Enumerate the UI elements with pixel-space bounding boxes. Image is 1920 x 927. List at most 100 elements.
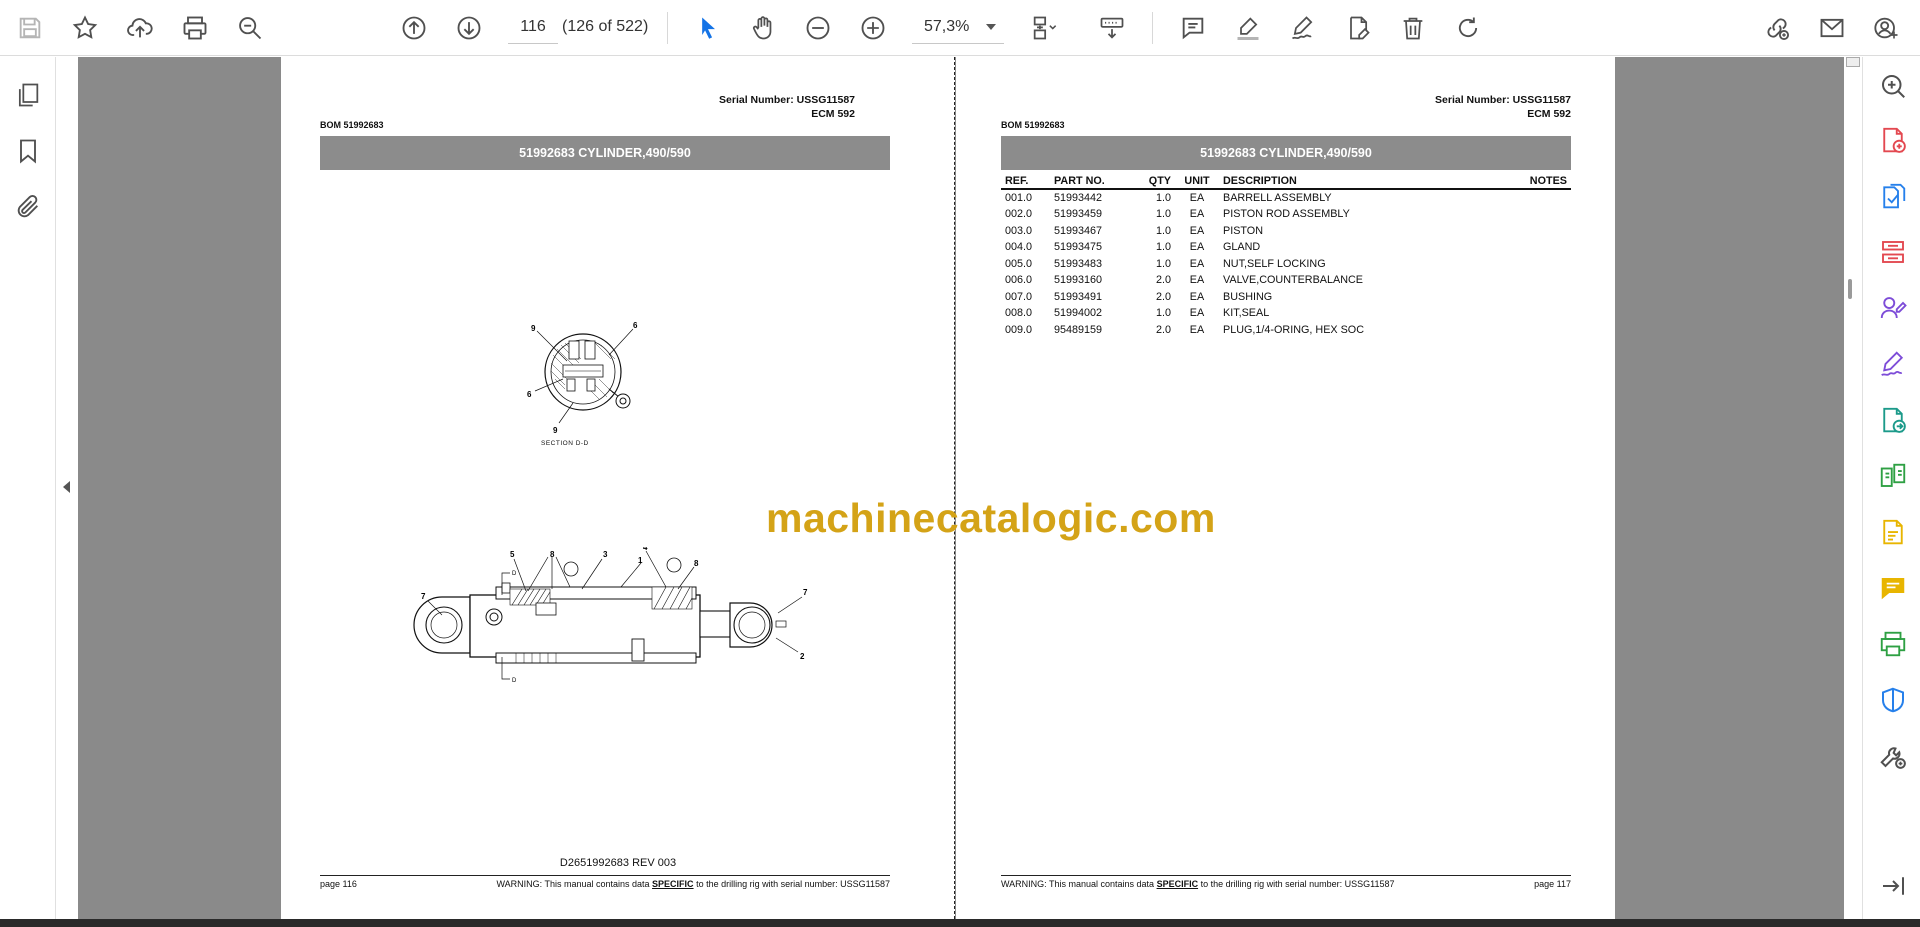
footer-page-number: page 116 — [320, 879, 357, 889]
toolbar-divider — [667, 12, 668, 44]
hand-pan-icon[interactable] — [743, 8, 783, 48]
page-title: 51992683 CYLINDER,490/590 — [1001, 136, 1571, 170]
cell-ref: 009.0 — [1005, 323, 1033, 336]
callout-label: 6 — [527, 390, 532, 399]
fill-sign-icon[interactable] — [1876, 347, 1910, 381]
compare-files-icon[interactable] — [1876, 459, 1910, 493]
edit-text-icon[interactable] — [1338, 8, 1378, 48]
cell-notes — [1511, 289, 1571, 306]
mail-icon[interactable] — [1812, 8, 1852, 48]
column-header-ref: REF. — [1001, 173, 1050, 190]
organize-pages-icon[interactable] — [1876, 235, 1910, 269]
footer-rule — [1001, 875, 1571, 876]
export-pdf-icon[interactable] — [1876, 179, 1910, 213]
table-row: 009.0 95489159 2.0 EA PLUG,1/4-ORING, HEX SO… — [1001, 322, 1571, 339]
save-icon[interactable] — [10, 8, 50, 48]
cell-ref: 005.0 — [1005, 257, 1033, 270]
cell-notes — [1511, 207, 1571, 224]
highlight-icon[interactable] — [1228, 8, 1268, 48]
callout-label: 8 — [694, 559, 699, 568]
callout-label: 7 — [421, 592, 426, 601]
footer-rule — [320, 875, 890, 876]
rotate-icon[interactable] — [1448, 8, 1488, 48]
zoom-out-icon[interactable] — [798, 8, 838, 48]
section-label: SECTION D-D — [541, 440, 589, 447]
scrollbar-thumb[interactable] — [1848, 279, 1852, 299]
print-icon[interactable] — [175, 8, 215, 48]
footer-warning-emphasis: SPECIFIC — [1156, 879, 1199, 889]
search-zoom-icon[interactable] — [1876, 69, 1910, 103]
cell-qty: 1.0 — [1155, 307, 1171, 319]
comment-tool-icon[interactable] — [1876, 571, 1910, 605]
comment-icon[interactable] — [1173, 8, 1213, 48]
protect-shield-icon[interactable] — [1876, 683, 1910, 717]
bookmark-star-icon[interactable] — [65, 8, 105, 48]
zoom-search-icon[interactable] — [230, 8, 270, 48]
page-divider — [954, 57, 955, 919]
pdf-page-116: Serial Number: USSG11587 ECM 592 BOM 519… — [281, 57, 955, 919]
pages-icon[interactable] — [10, 77, 46, 113]
page-down-icon[interactable] — [449, 8, 489, 48]
cell-qty: 1.0 — [1155, 241, 1171, 253]
zoom-level-select[interactable]: 57,3% — [912, 10, 1004, 44]
table-row: 002.0 51993459 1.0 EA PISTON ROD ASSEMBLY — [1001, 207, 1571, 224]
cell-qty: 1.0 — [1155, 191, 1171, 204]
share-link-icon[interactable] — [1757, 8, 1797, 48]
cell-part-number: 51993483 — [1054, 257, 1103, 270]
footer-warning-text: to the drilling rig with serial number: … — [1198, 879, 1395, 889]
collapse-left-panel-icon[interactable] — [63, 481, 70, 493]
print-production-icon[interactable] — [1876, 627, 1910, 661]
vertical-scrollbar[interactable] — [1844, 57, 1862, 919]
create-pdf-icon[interactable] — [1876, 123, 1910, 157]
page-number-input[interactable] — [508, 10, 558, 44]
draw-sign-icon[interactable] — [1283, 8, 1323, 48]
table-row: 001.0 51993442 1.0 EA BARRELL ASSEMBLY — [1001, 189, 1571, 207]
cell-description: PISTON — [1223, 224, 1263, 237]
fit-page-icon[interactable] — [1024, 8, 1064, 48]
cell-unit: EA — [1189, 323, 1205, 336]
cell-description: BUSHING — [1223, 290, 1273, 303]
zoom-in-icon[interactable] — [853, 8, 893, 48]
bom-label: BOM 51992683 — [1001, 120, 1065, 130]
cell-notes — [1511, 240, 1571, 257]
cell-part-number: 51993160 — [1054, 274, 1103, 286]
cell-qty: 2.0 — [1155, 290, 1171, 303]
upload-cloud-icon[interactable] — [120, 8, 160, 48]
footer-warning-text: to the drilling rig with serial number: … — [693, 879, 890, 889]
cell-description: VALVE,COUNTERBALANCE — [1223, 274, 1363, 286]
request-signature-icon[interactable] — [1876, 291, 1910, 325]
cell-unit: EA — [1189, 241, 1205, 253]
cell-notes — [1511, 322, 1571, 339]
scrollbar-top-button[interactable] — [1846, 57, 1860, 67]
footer-warning: WARNING: This manual contains data SPECI… — [1001, 879, 1395, 889]
edit-pdf-icon[interactable] — [1876, 515, 1910, 549]
bookmarks-icon[interactable] — [10, 133, 46, 169]
attachments-icon[interactable] — [10, 189, 46, 225]
column-header-part: PART NO. — [1050, 173, 1131, 190]
more-tools-icon[interactable] — [1876, 739, 1910, 773]
cell-description: BARRELL ASSEMBLY — [1223, 191, 1332, 204]
user-add-icon[interactable] — [1867, 8, 1907, 48]
pdf-page-117: Serial Number: USSG11587 ECM 592 BOM 519… — [956, 57, 1615, 919]
left-nav-rail — [0, 57, 56, 919]
left-gutter — [56, 57, 78, 919]
cell-description: PISTON ROD ASSEMBLY — [1223, 208, 1350, 220]
serial-number-block: Serial Number: USSG11587 ECM 592 — [555, 93, 855, 121]
parts-table: REF. PART NO. QTY UNIT DESCRIPTION NOTES… — [1001, 173, 1571, 339]
cell-ref: 008.0 — [1005, 307, 1033, 319]
scroll-mode-icon[interactable] — [1092, 8, 1132, 48]
callout-label: 5 — [510, 550, 515, 559]
select-cursor-icon[interactable] — [688, 8, 728, 48]
cell-unit: EA — [1189, 307, 1205, 319]
cell-part-number: 51993459 — [1054, 208, 1103, 220]
delete-icon[interactable] — [1393, 8, 1433, 48]
section-d-d-drawing: 9 6 6 9 — [527, 321, 638, 435]
send-file-icon[interactable] — [1876, 403, 1910, 437]
table-row: 007.0 51993491 2.0 EA BUSHING — [1001, 289, 1571, 306]
cell-ref: 006.0 — [1005, 274, 1033, 286]
page-up-icon[interactable] — [394, 8, 434, 48]
cell-qty: 1.0 — [1155, 208, 1171, 220]
document-viewer[interactable]: Serial Number: USSG11587 ECM 592 BOM 519… — [56, 57, 1862, 919]
section-mark: D — [512, 678, 517, 684]
expand-panel-icon[interactable] — [1876, 869, 1910, 903]
